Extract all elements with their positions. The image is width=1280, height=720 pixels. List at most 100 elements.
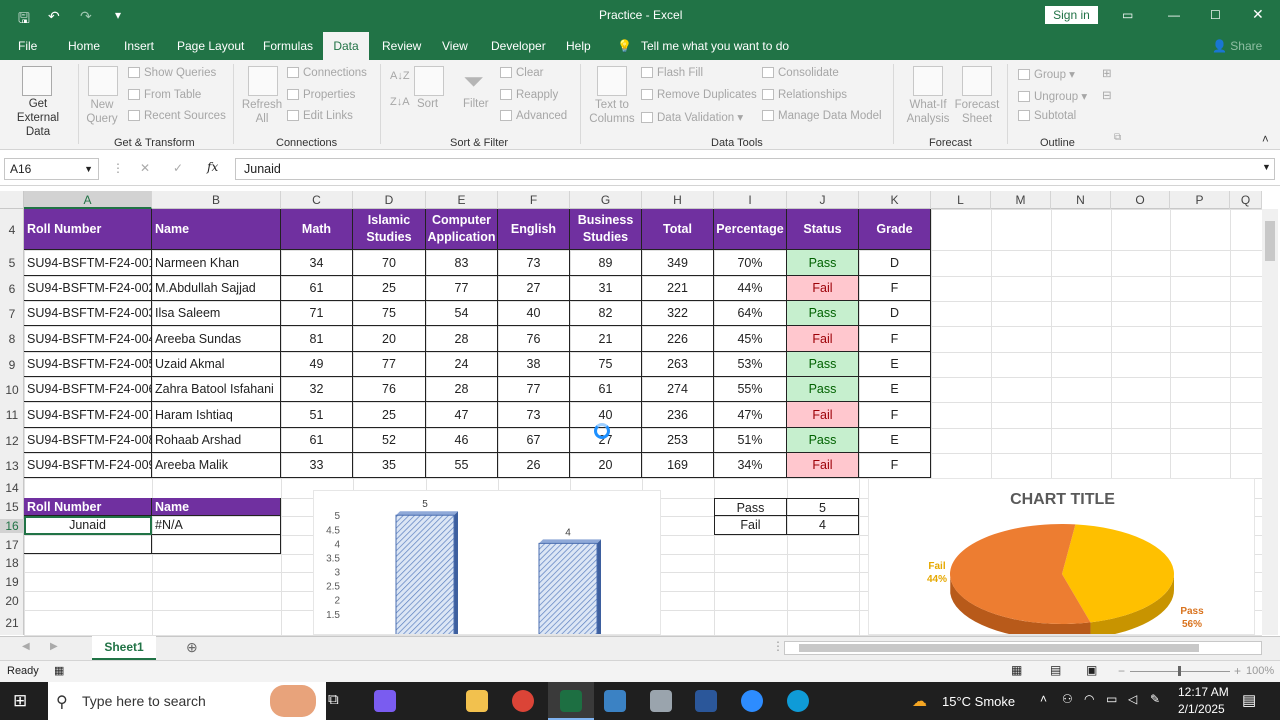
table-cell[interactable]: Fail [787,326,859,352]
table-cell[interactable]: 54 [426,301,498,326]
group-button[interactable]: Group ▾ [1018,67,1075,81]
table-cell[interactable]: Narmeen Khan [152,250,281,276]
insert-function-button[interactable]: fx [207,160,218,174]
column-header-L[interactable]: L [931,191,991,209]
table-cell[interactable]: 44% [714,276,787,301]
row-header-12[interactable]: 12 [0,434,24,448]
table-cell[interactable]: 82 [570,301,642,326]
table-cell[interactable]: 70 [353,250,426,276]
save-icon[interactable]: 🖫 [18,8,30,32]
vscroll-thumb[interactable] [1265,221,1275,261]
table-cell[interactable]: 64% [714,301,787,326]
customize-qat-icon[interactable]: ▾ [115,8,121,22]
table-cell[interactable]: 28 [426,326,498,352]
table-cell[interactable]: 20 [353,326,426,352]
column-header-D[interactable]: D [353,191,426,209]
table-cell[interactable]: 34% [714,453,787,478]
bar-fail[interactable] [538,542,598,635]
table-cell[interactable]: 35 [353,453,426,478]
hide-detail-icon[interactable]: ⊟ [1102,88,1112,102]
row-header-19[interactable]: 19 [0,575,24,589]
column-header-N[interactable]: N [1051,191,1111,209]
sort-button[interactable]: Sort [417,98,438,110]
scrollbar-thumb[interactable] [799,644,1199,652]
table-cell[interactable]: 55% [714,377,787,402]
excel-taskbar-button[interactable] [548,682,594,720]
zoom-level[interactable]: 100% [1246,665,1274,677]
table-header-cell[interactable]: Roll Number [24,209,152,250]
table-cell[interactable]: Areeba Sundas [152,326,281,352]
table-cell[interactable]: 61 [281,276,353,301]
notifications-icon[interactable]: ▤ [1242,691,1256,709]
ungroup-button[interactable]: Ungroup ▾ [1018,89,1087,103]
horizontal-scrollbar[interactable] [784,641,1262,655]
column-header-K[interactable]: K [859,191,931,209]
active-cell-a16[interactable]: Junaid [24,516,152,535]
sort-za-icon[interactable]: Z↓A [390,96,410,108]
show-detail-icon[interactable]: ⊞ [1102,66,1112,80]
column-header-P[interactable]: P [1170,191,1230,209]
row-header-9[interactable]: 9 [0,358,24,372]
table-header-cell[interactable]: Percentage [714,209,787,250]
table-cell[interactable]: 263 [642,352,714,377]
filter-button[interactable]: Filter [463,98,489,110]
table-cell[interactable]: 73 [498,402,570,428]
table-cell[interactable]: Pass [787,301,859,326]
table-cell[interactable]: SU94-BSFTM-F24-009 [24,453,152,478]
sheet-tab-sheet1[interactable]: Sheet1 [92,636,156,660]
tab-splitter-icon[interactable]: ⋮ [772,639,784,653]
table-cell[interactable]: SU94-BSFTM-F24-006 [24,377,152,402]
lookup-header-roll[interactable]: Roll Number [24,498,152,516]
sort-az-icon[interactable]: A↓Z [390,70,410,82]
table-cell[interactable]: 71 [281,301,353,326]
row-header-21[interactable]: 21 [0,616,24,630]
pie-chart[interactable]: CHART TITLE Fail 44% Pass 56% [868,478,1255,635]
table-cell[interactable]: 75 [570,352,642,377]
table-cell[interactable]: Uzaid Akmal [152,352,281,377]
outline-launcher-icon[interactable]: ⧉ [1114,132,1121,143]
page-break-view-icon[interactable]: ▣ [1086,663,1097,677]
refresh-all-button[interactable]: Refresh All [240,98,284,126]
collapse-ribbon-icon[interactable]: ˄ [1262,134,1269,146]
table-cell[interactable]: 49 [281,352,353,377]
row-header-6[interactable]: 6 [0,282,24,296]
remove-duplicates-button[interactable]: Remove Duplicates [641,89,757,101]
task-view-icon[interactable]: ⧉ [328,691,339,708]
table-header-cell[interactable]: Computer Application [426,209,498,250]
table-cell[interactable]: 28 [426,377,498,402]
table-cell[interactable]: 83 [426,250,498,276]
column-header-G[interactable]: G [570,191,642,209]
table-cell[interactable]: 21 [570,326,642,352]
table-cell[interactable]: 77 [353,352,426,377]
row-header-18[interactable]: 18 [0,556,24,570]
table-cell[interactable]: E [859,352,931,377]
tab-formulas[interactable]: Formulas [263,39,313,53]
enter-icon[interactable]: ✓ [173,161,183,175]
from-table-button[interactable]: From Table [128,89,201,101]
table-cell[interactable]: Pass [787,377,859,402]
zoom-app-icon[interactable] [741,690,763,712]
table-cell[interactable]: 61 [281,428,353,453]
maximize-icon[interactable]: ☐ [1210,8,1221,22]
table-header-cell[interactable]: Name [152,209,281,250]
table-cell[interactable]: Fail [787,402,859,428]
table-cell[interactable]: F [859,276,931,301]
undo-icon[interactable]: ↶ [48,8,60,25]
table-cell[interactable]: Zahra Batool Isfahani [152,377,281,402]
bar-pass[interactable] [395,514,455,635]
table-cell[interactable]: Fail [787,276,859,301]
clock-time[interactable]: 12:17 AM [1178,685,1229,699]
column-header-Q[interactable]: Q [1230,191,1262,209]
tab-data[interactable]: Data [323,32,369,60]
column-header-E[interactable]: E [426,191,498,209]
data-validation-button[interactable]: Data Validation ▾ [641,110,743,124]
row-header-11[interactable]: 11 [0,408,24,422]
windows-start-icon[interactable]: ⊞ [13,691,27,711]
table-header-cell[interactable]: Business Studies [570,209,642,250]
table-cell[interactable]: 45% [714,326,787,352]
table-cell[interactable]: 25 [353,402,426,428]
row-header-4[interactable]: 4 [0,223,24,237]
table-cell[interactable]: E [859,377,931,402]
tell-me-search[interactable]: Tell me what you want to do [641,39,789,53]
table-cell[interactable]: Pass [787,428,859,453]
